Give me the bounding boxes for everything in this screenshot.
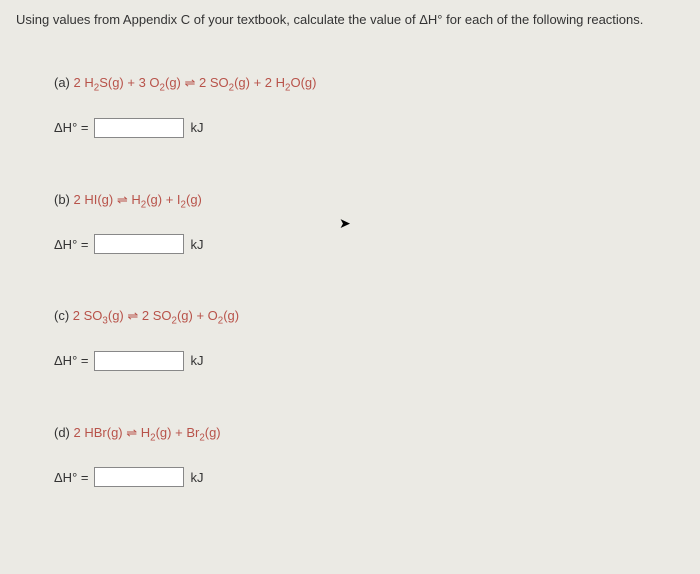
- chem-text: 2 H: [74, 75, 94, 90]
- answer-row-b: ΔH° = kJ: [54, 234, 684, 254]
- part-label-c: (c): [54, 308, 69, 323]
- chem-text: O: [208, 308, 218, 323]
- chem-text: (g): [177, 308, 193, 323]
- answer-input-b[interactable]: [94, 234, 184, 254]
- question-a: (a) 2 H2S(g) + 3 O2(g) ⇌ 2 SO2(g) + 2 H2…: [16, 75, 684, 138]
- equation-a: (a) 2 H2S(g) + 3 O2(g) ⇌ 2 SO2(g) + 2 H2…: [54, 75, 684, 94]
- chem-a: 2 H2S(g) + 3 O2(g) ⇌ 2 SO2(g) + 2 H2O(g): [74, 75, 317, 90]
- chem-text: 2 SO: [142, 308, 172, 323]
- chem-arrow: ⇌: [124, 308, 142, 323]
- question-b: (b) 2 HI(g) ⇌ H2(g) + I2(g) ΔH° = kJ: [16, 192, 684, 255]
- answer-row-c: ΔH° = kJ: [54, 351, 684, 371]
- answer-input-c[interactable]: [94, 351, 184, 371]
- chem-text: +: [124, 75, 139, 90]
- chem-text: (g): [223, 308, 239, 323]
- chem-c: 2 SO3(g) ⇌ 2 SO2(g) + O2(g): [73, 308, 239, 323]
- chem-text: +: [193, 308, 208, 323]
- chem-text: O(g): [290, 75, 316, 90]
- part-label-d: (d): [54, 425, 70, 440]
- chem-text: +: [171, 425, 186, 440]
- chem-text: (g): [205, 425, 221, 440]
- chem-text: 2 H: [265, 75, 285, 90]
- equation-b: (b) 2 HI(g) ⇌ H2(g) + I2(g): [54, 192, 684, 211]
- chem-text: +: [250, 75, 265, 90]
- unit-label: kJ: [190, 470, 203, 485]
- chem-text: (g): [108, 308, 124, 323]
- part-label-a: (a): [54, 75, 70, 90]
- question-c: (c) 2 SO3(g) ⇌ 2 SO2(g) + O2(g) ΔH° = kJ: [16, 308, 684, 371]
- equation-d: (d) 2 HBr(g) ⇌ H2(g) + Br2(g): [54, 425, 684, 444]
- answer-input-d[interactable]: [94, 467, 184, 487]
- chem-text: 2 SO: [73, 308, 103, 323]
- chem-text: +: [162, 192, 177, 207]
- answer-row-d: ΔH° = kJ: [54, 467, 684, 487]
- unit-label: kJ: [190, 237, 203, 252]
- answer-input-a[interactable]: [94, 118, 184, 138]
- chem-text: H: [131, 192, 140, 207]
- delta-label: ΔH° =: [54, 353, 88, 368]
- chem-text: H: [141, 425, 150, 440]
- chem-text: (g): [165, 75, 181, 90]
- chem-text: (g): [186, 192, 202, 207]
- chem-text: (g): [234, 75, 250, 90]
- question-d: (d) 2 HBr(g) ⇌ H2(g) + Br2(g) ΔH° = kJ: [16, 425, 684, 488]
- chem-b: 2 HI(g) ⇌ H2(g) + I2(g): [74, 192, 202, 207]
- chem-text: Br: [186, 425, 199, 440]
- chem-text: (g): [146, 192, 162, 207]
- chem-text: S(g): [99, 75, 124, 90]
- chem-text: (g): [156, 425, 172, 440]
- chem-text: 3 O: [139, 75, 160, 90]
- chem-arrow: ⇌: [123, 425, 141, 440]
- chem-text: 2 HBr(g): [74, 425, 123, 440]
- chem-text: 2 SO: [199, 75, 229, 90]
- chem-arrow: ⇌: [113, 192, 131, 207]
- delta-label: ΔH° =: [54, 237, 88, 252]
- delta-label: ΔH° =: [54, 120, 88, 135]
- unit-label: kJ: [190, 353, 203, 368]
- unit-label: kJ: [190, 120, 203, 135]
- chem-text: 2 HI(g): [74, 192, 114, 207]
- chem-arrow: ⇌: [181, 75, 199, 90]
- instruction-text: Using values from Appendix C of your tex…: [16, 12, 684, 27]
- equation-c: (c) 2 SO3(g) ⇌ 2 SO2(g) + O2(g): [54, 308, 684, 327]
- answer-row-a: ΔH° = kJ: [54, 118, 684, 138]
- part-label-b: (b): [54, 192, 70, 207]
- delta-label: ΔH° =: [54, 470, 88, 485]
- chem-d: 2 HBr(g) ⇌ H2(g) + Br2(g): [74, 425, 221, 440]
